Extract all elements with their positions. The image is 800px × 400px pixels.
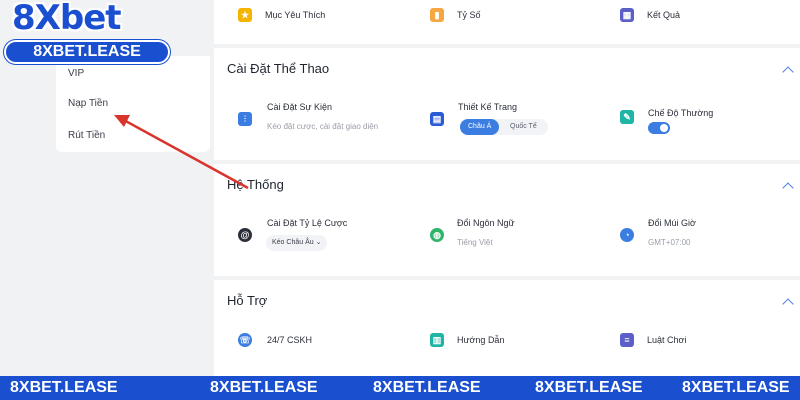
sidebar-item-withdraw[interactable]: Rút Tiền (68, 130, 105, 141)
event-settings-sub: Kéo đặt cược, cài đặt giao diện (267, 122, 379, 131)
wrench-icon: ✎ (620, 110, 634, 124)
chart-bar-icon: ▮ (430, 8, 444, 22)
language-value: Tiếng Việt (457, 238, 493, 247)
brand-logo: 8Xbet 8XBET.LEASE (0, 0, 172, 66)
system-panel: Hệ Thống @ Cài Đặt Tỷ Lệ Cược Kéo Châu Â… (214, 164, 800, 276)
timezone-value: GMT+07:00 (648, 238, 691, 247)
book-icon: ▥ (430, 333, 444, 347)
odds-format-value: Kéo Châu Âu (272, 239, 314, 246)
collapse-support-icon[interactable] (782, 298, 794, 310)
sidebar-item-deposit[interactable]: Nạp Tiền (68, 98, 108, 109)
sports-settings-title: Cài Đặt Thể Thao (227, 61, 330, 76)
option-international[interactable]: Quốc Tế (510, 119, 537, 135)
star-icon: ★ (238, 8, 252, 22)
sliders-icon: ⫶ (238, 112, 252, 126)
chevron-down-icon: ⌄ (315, 239, 322, 246)
option-asia[interactable]: Châu Á (460, 119, 500, 135)
support-rules-label: Luật Chơi (647, 335, 687, 345)
normal-mode-label: Chế Độ Thường (648, 108, 714, 118)
timezone-label: Đổi Múi Giờ (648, 218, 696, 228)
support-guide-label: Hướng Dẫn (457, 335, 505, 345)
logo-wordmark: 8Xbet (12, 0, 122, 38)
watermark-text: 8XBET.LEASE (373, 379, 481, 396)
watermark-text: 8XBET.LEASE (210, 379, 318, 396)
layout-icon: ▤ (430, 112, 444, 126)
collapse-system-icon[interactable] (782, 182, 794, 194)
chat-icon: ☏ (238, 333, 252, 347)
quick-links-panel: ★ Mục Yêu Thích ▮ Tỷ Số ▦ Kết Quả (214, 0, 800, 44)
favorites-label: Mục Yêu Thích (265, 10, 326, 20)
settings-main: ★ Mục Yêu Thích ▮ Tỷ Số ▦ Kết Quả Cài Đặ… (214, 0, 800, 376)
sports-settings-panel: Cài Đặt Thể Thao ⫶ Cài Đặt Sự Kiện Kéo đ… (214, 48, 800, 160)
scores-label: Tỷ Số (457, 10, 481, 20)
watermark-strip: 8XBET.LEASE 8XBET.LEASE 8XBET.LEASE 8XBE… (0, 376, 800, 400)
page-design-toggle: Châu Á Quốc Tế (460, 119, 548, 135)
language-label: Đổi Ngôn Ngữ (457, 218, 515, 228)
watermark-text: 8XBET.LEASE (535, 379, 643, 396)
results-label: Kết Quả (647, 10, 681, 20)
watermark-text: 8XBET.LEASE (10, 379, 118, 396)
support-cskh-label: 24/7 CSKH (267, 335, 313, 345)
switch-knob (660, 124, 668, 132)
logo-domain: 8XBET.LEASE (4, 40, 170, 64)
at-icon: @ (238, 228, 252, 242)
collapse-sports-icon[interactable] (782, 66, 794, 78)
clock-icon: ◔ (620, 228, 634, 242)
page-design-label: Thiết Kế Trang (458, 102, 518, 112)
support-title: Hỗ Trợ (227, 293, 268, 308)
sidebar-item-vip[interactable]: VIP (68, 68, 84, 79)
watermark-text: 8XBET.LEASE (682, 379, 790, 396)
globe-icon: ◍ (430, 228, 444, 242)
odds-settings-label: Cài Đặt Tỷ Lệ Cược (267, 218, 348, 228)
system-title: Hệ Thống (227, 177, 284, 192)
support-panel: Hỗ Trợ ☏ 24/7 CSKH ▥ Hướng Dẫn ≡ Luật Ch… (214, 280, 800, 376)
account-menu: VIP Nạp Tiền Rút Tiền (56, 56, 210, 152)
document-icon: ≡ (620, 333, 634, 347)
grid-icon: ▦ (620, 8, 634, 22)
event-settings-label: Cài Đặt Sự Kiện (267, 102, 333, 112)
normal-mode-switch[interactable] (648, 122, 670, 134)
odds-format-dropdown[interactable]: Kéo Châu Âu ⌄ (266, 235, 328, 251)
